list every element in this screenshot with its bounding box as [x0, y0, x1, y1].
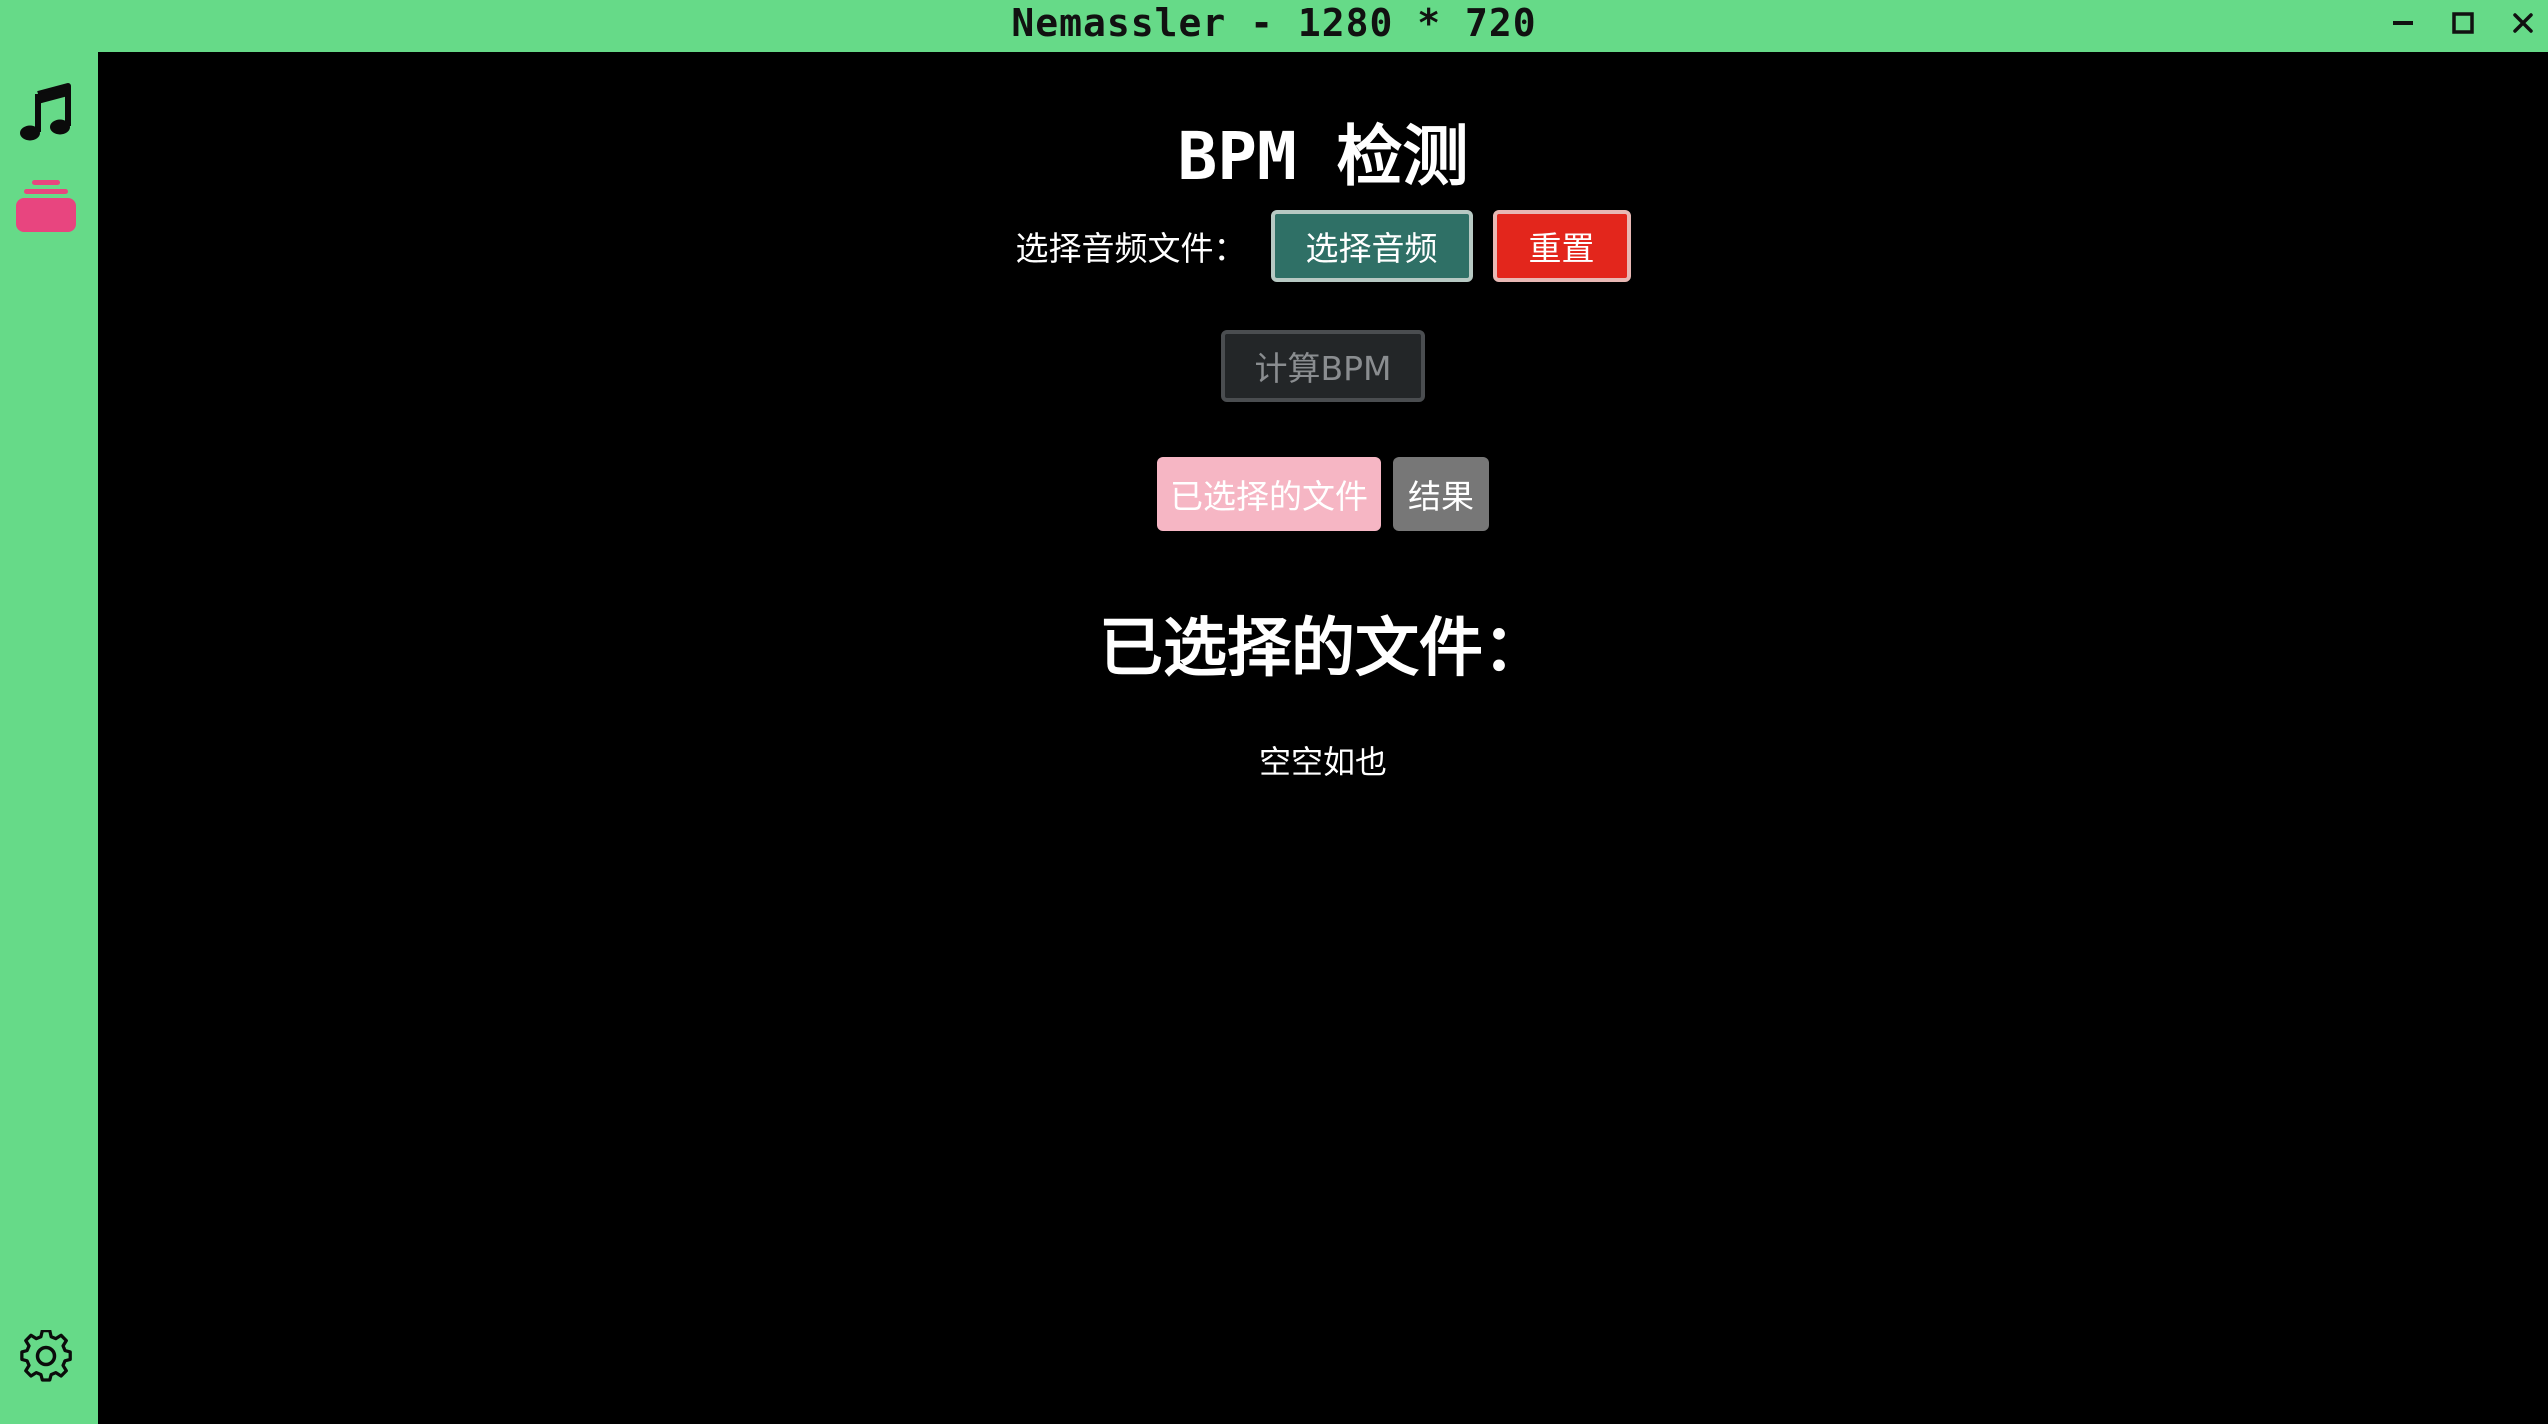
tab-selected-files[interactable]: 已选择的文件 — [1157, 457, 1381, 531]
tab-result[interactable]: 结果 — [1393, 457, 1489, 531]
sidebar-item-music[interactable] — [14, 82, 78, 146]
maximize-button[interactable] — [2440, 0, 2486, 46]
tab-bar: 已选择的文件 结果 — [98, 456, 2548, 532]
stack-icon — [16, 178, 76, 238]
main-content: BPM 检测 选择音频文件： 选择音频 重置 计算BPM 已选择的文件 结果 已… — [98, 52, 2548, 1424]
file-select-row: 选择音频文件： 选择音频 重置 — [98, 208, 2548, 284]
window-title: Nemassler - 1280 * 720 — [1011, 1, 1537, 45]
close-button[interactable] — [2500, 0, 2546, 46]
page-title: BPM 检测 — [1177, 118, 1469, 195]
app-window: Nemassler - 1280 * 720 BPM 检测 选择音频文件： 选择… — [0, 0, 2548, 1424]
calculate-bpm-button[interactable]: 计算BPM — [1221, 330, 1425, 402]
music-note-icon — [18, 82, 74, 146]
minimize-button[interactable] — [2380, 0, 2426, 46]
sidebar-item-settings[interactable] — [14, 1326, 78, 1390]
sidebar-item-stack[interactable] — [14, 176, 78, 240]
minimize-icon — [2392, 12, 2414, 34]
sidebar — [0, 52, 98, 1424]
section-title: 已选择的文件： — [1099, 612, 1547, 686]
choose-audio-button[interactable]: 选择音频 — [1270, 210, 1473, 282]
close-icon — [2512, 12, 2534, 34]
calculate-row: 计算BPM — [98, 328, 2548, 404]
maximize-icon — [2452, 12, 2474, 34]
title-bar[interactable]: Nemassler - 1280 * 720 — [0, 0, 2548, 52]
gear-icon — [20, 1329, 72, 1386]
reset-button[interactable]: 重置 — [1492, 210, 1631, 282]
empty-state-text: 空空如也 — [1258, 743, 1387, 781]
select-audio-label: 选择音频文件： — [1015, 229, 1247, 268]
